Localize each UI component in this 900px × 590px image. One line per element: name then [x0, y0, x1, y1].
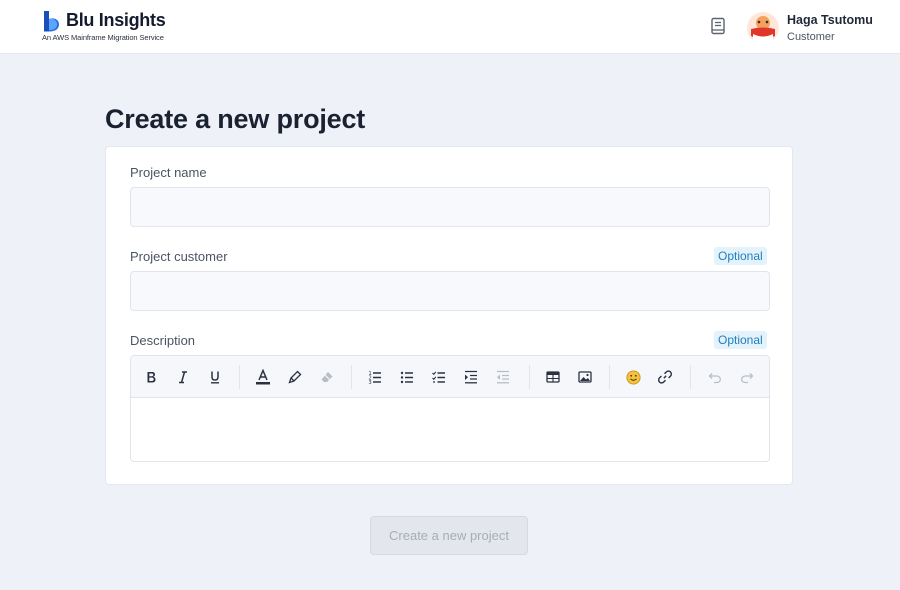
table-icon[interactable]	[543, 367, 563, 387]
outdent-icon[interactable]	[493, 367, 513, 387]
svg-text:3: 3	[369, 380, 372, 384]
clear-format-icon[interactable]	[317, 367, 337, 387]
bold-icon[interactable]	[141, 367, 161, 387]
undo-icon[interactable]	[705, 367, 725, 387]
brand-tagline: An AWS Mainframe Migration Service	[42, 33, 164, 42]
redo-icon[interactable]	[737, 367, 757, 387]
emoji-icon[interactable]	[623, 367, 643, 387]
checklist-icon[interactable]	[429, 367, 449, 387]
indent-icon[interactable]	[461, 367, 481, 387]
brand-logo[interactable]: Blu Insights An AWS Mainframe Migration …	[42, 9, 166, 45]
create-project-button[interactable]: Create a new project	[370, 516, 528, 555]
avatar[interactable]	[747, 12, 779, 44]
description-label: Description	[130, 333, 196, 348]
bullet-list-icon[interactable]	[397, 367, 417, 387]
top-header: Blu Insights An AWS Mainframe Migration …	[0, 0, 900, 54]
editor-toolbar: 123	[131, 356, 769, 398]
project-customer-optional-badge: Optional	[714, 247, 767, 265]
project-name-label: Project name	[130, 165, 207, 180]
link-icon[interactable]	[655, 367, 675, 387]
page-title: Create a new project	[105, 104, 366, 134]
underline-icon[interactable]	[205, 367, 225, 387]
image-icon[interactable]	[575, 367, 595, 387]
description-editor: 123	[130, 355, 770, 462]
book-icon[interactable]	[710, 17, 726, 35]
project-form-card: Project name Project customer Optional D…	[105, 146, 793, 485]
toolbar-divider	[609, 365, 610, 389]
toolbar-divider	[529, 365, 530, 389]
toolbar-divider	[690, 365, 691, 389]
avatar-image	[747, 12, 779, 44]
text-color-icon[interactable]	[253, 367, 273, 387]
highlight-icon[interactable]	[285, 367, 305, 387]
project-customer-input[interactable]	[130, 271, 770, 311]
italic-icon[interactable]	[173, 367, 193, 387]
toolbar-divider	[351, 365, 352, 389]
description-optional-badge: Optional	[714, 331, 767, 349]
toolbar-divider	[239, 365, 240, 389]
brand-name: Blu Insights	[66, 10, 166, 30]
ordered-list-icon[interactable]: 123	[365, 367, 385, 387]
project-customer-label: Project customer	[130, 249, 228, 264]
description-editor-content[interactable]	[131, 398, 769, 461]
blu-logo-icon	[44, 11, 59, 32]
project-name-input[interactable]	[130, 187, 770, 227]
user-role: Customer	[787, 31, 835, 43]
user-name[interactable]: Haga Tsutomu	[787, 13, 873, 27]
